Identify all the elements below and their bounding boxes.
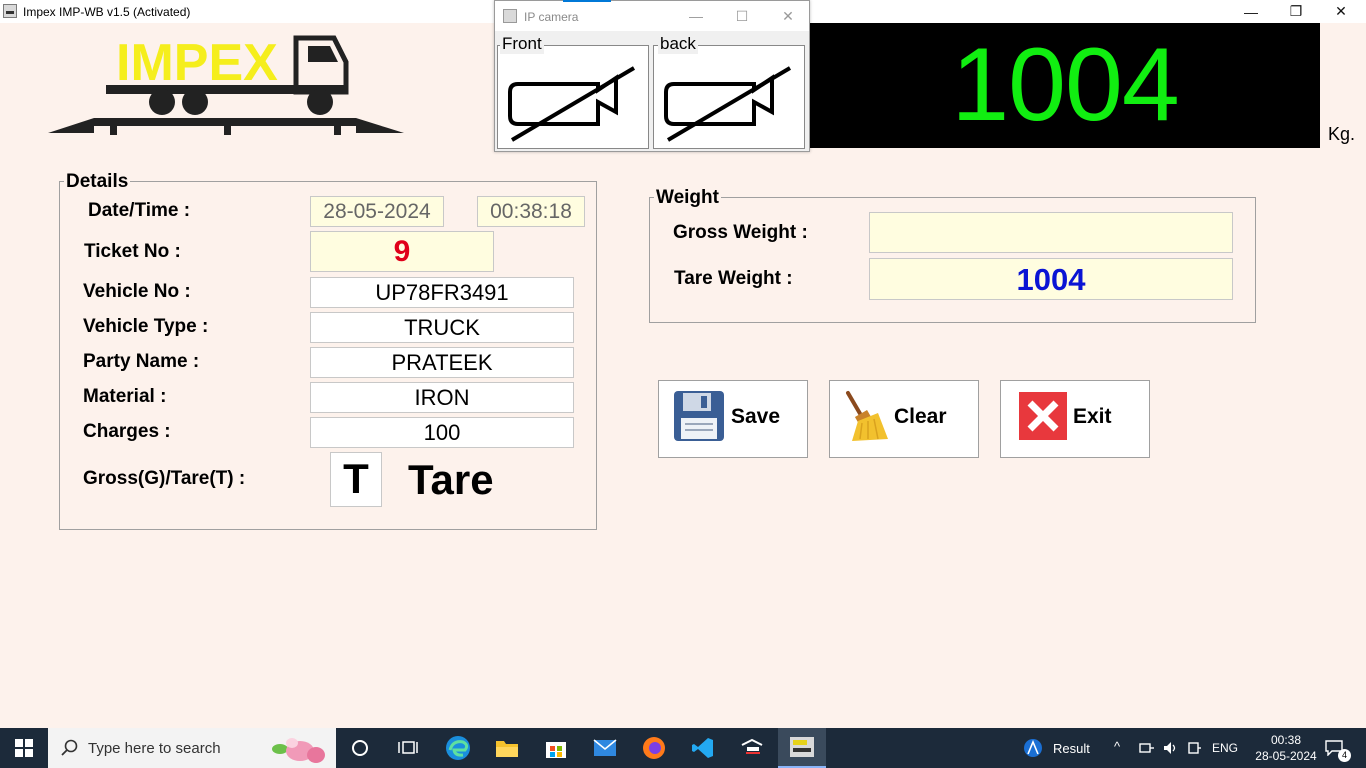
volume-icon[interactable]: [1163, 740, 1179, 756]
network-icon[interactable]: [1139, 741, 1155, 755]
mail-icon: [593, 739, 617, 756]
camera-minimize-button[interactable]: —: [681, 5, 711, 27]
weight-unit: Kg.: [1328, 124, 1356, 144]
details-legend: Details: [64, 171, 131, 193]
exit-label: Exit: [1073, 405, 1112, 428]
task-view-button[interactable]: [384, 728, 432, 768]
close-button[interactable]: ✕: [1318, 0, 1364, 23]
material-field[interactable]: IRON: [310, 382, 574, 413]
start-button[interactable]: [0, 728, 48, 768]
weight-display: 1004: [810, 23, 1320, 148]
search-icon: [61, 739, 78, 756]
window-accent: [563, 0, 611, 2]
time-field[interactable]: 00:38:18: [477, 196, 585, 227]
party-name-field[interactable]: PRATEEK: [310, 347, 574, 378]
language-indicator[interactable]: ENG: [1212, 741, 1238, 755]
back-camera-label: back: [658, 34, 698, 54]
ip-camera-window[interactable]: IP camera — ☐ ✕ Front back: [494, 0, 810, 152]
tray-chevron-icon[interactable]: ^: [1114, 739, 1120, 754]
taskbar-vscode[interactable]: [679, 728, 727, 768]
impex-logo: IMPEX: [46, 32, 408, 138]
impex-app-icon: [790, 737, 814, 757]
camera-close-button[interactable]: ✕: [773, 5, 803, 27]
weather-icon: [1024, 739, 1042, 757]
party-name-label: Party Name :: [83, 351, 200, 372]
clock-date[interactable]: 28-05-2024: [1246, 749, 1326, 763]
edge-icon: [446, 736, 470, 760]
vehicle-no-label: Vehicle No :: [83, 281, 191, 302]
front-camera-view: [497, 45, 649, 149]
folder-icon: [496, 741, 518, 757]
minimize-button[interactable]: —: [1228, 0, 1274, 23]
charges-label: Charges :: [83, 421, 171, 442]
camera-maximize-button[interactable]: ☐: [727, 5, 757, 27]
charges-field[interactable]: 100: [310, 417, 574, 448]
taskbar: Type here to search Result ^ ENG 00:38 2…: [0, 728, 1366, 768]
search-highlight-icon: [272, 738, 325, 763]
vehicle-no-field[interactable]: UP78FR3491: [310, 277, 574, 308]
window-title: Impex IMP-WB v1.5 (Activated): [23, 5, 191, 19]
ticket-label: Ticket No :: [84, 241, 181, 262]
taskbar-edge[interactable]: [434, 728, 482, 768]
gross-tare-label: Gross(G)/Tare(T) :: [83, 468, 246, 489]
camera-app-icon: [503, 9, 517, 23]
save-button[interactable]: Save: [658, 380, 808, 458]
close-x-icon: [1019, 392, 1067, 440]
live-weight-value: 1004: [951, 27, 1179, 143]
exit-button[interactable]: Exit: [1000, 380, 1150, 458]
datetime-label: Date/Time :: [88, 200, 191, 221]
windows-icon: [15, 739, 33, 757]
cortana-icon: [352, 740, 368, 756]
vehicle-type-label: Vehicle Type :: [83, 316, 209, 337]
taskbar-firefox[interactable]: [630, 728, 678, 768]
save-label: Save: [731, 405, 781, 428]
broom-icon: [846, 391, 888, 441]
taskbar-impex-app[interactable]: [778, 728, 826, 768]
gross-tare-field[interactable]: T: [330, 452, 382, 507]
tare-weight-field[interactable]: 1004: [869, 258, 1233, 300]
clock-time[interactable]: 00:38: [1262, 733, 1310, 747]
gross-weight-field[interactable]: [869, 212, 1233, 253]
taskbar-mail[interactable]: [581, 728, 629, 768]
taskbar-file-explorer[interactable]: [483, 728, 531, 768]
search-placeholder: Type here to search: [88, 740, 221, 757]
ticket-field[interactable]: 9: [310, 231, 494, 272]
gross-tare-text: Tare: [408, 456, 494, 503]
task-view-icon: [398, 741, 418, 754]
back-camera-view: [653, 45, 805, 149]
news-text[interactable]: Result: [1053, 741, 1090, 756]
ip-camera-title: IP camera: [524, 10, 579, 24]
store-icon: [546, 742, 566, 758]
firefox-icon: [643, 737, 665, 759]
gross-weight-label: Gross Weight :: [673, 222, 808, 243]
floppy-disk-icon: [674, 391, 724, 441]
taskbar-search[interactable]: Type here to search: [48, 728, 336, 768]
logo-text: IMPEX: [116, 34, 278, 92]
camera-off-icon: [508, 66, 636, 142]
date-field[interactable]: 28-05-2024: [310, 196, 444, 227]
app-icon: [741, 738, 763, 754]
vehicle-type-field[interactable]: TRUCK: [310, 312, 574, 343]
tare-weight-label: Tare Weight :: [674, 268, 793, 289]
restore-button[interactable]: ❐: [1273, 0, 1319, 23]
material-label: Material :: [83, 386, 167, 407]
app-icon: [3, 4, 17, 18]
meet-now-icon[interactable]: [1188, 740, 1202, 756]
clear-label: Clear: [894, 405, 947, 428]
front-camera-label: Front: [500, 34, 544, 54]
cortana-button[interactable]: [336, 728, 384, 768]
notification-badge: 4: [1338, 749, 1351, 762]
ip-camera-titlebar[interactable]: IP camera — ☐ ✕: [495, 1, 809, 31]
taskbar-store[interactable]: [532, 728, 580, 768]
camera-off-icon: [664, 66, 792, 142]
clear-button[interactable]: Clear: [829, 380, 979, 458]
taskbar-app[interactable]: [728, 728, 776, 768]
weight-legend: Weight: [654, 187, 721, 209]
vscode-icon: [692, 738, 713, 758]
